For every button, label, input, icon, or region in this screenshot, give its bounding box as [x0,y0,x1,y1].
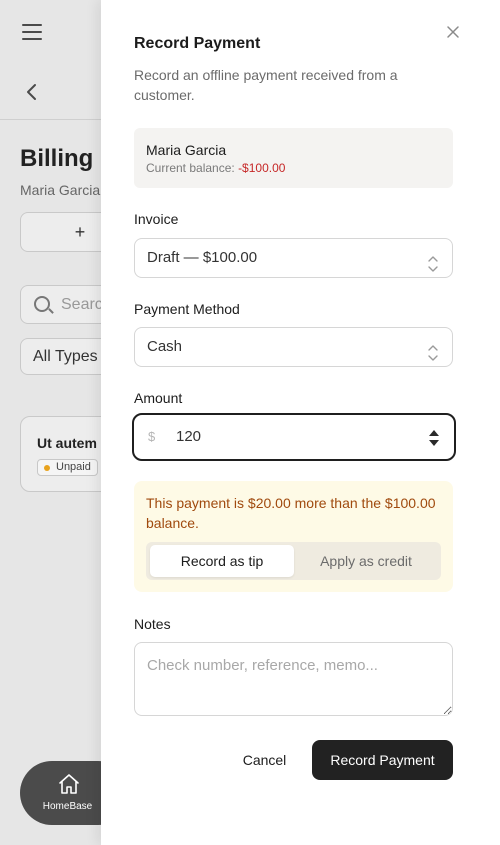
background-search-placeholder: Searc [61,296,103,313]
payment-method-select[interactable]: Cash [134,327,453,367]
apply-as-credit-option[interactable]: Apply as credit [294,545,438,577]
payment-method-label: Payment Method [134,301,240,317]
drawer-description: Record an offline payment received from … [134,67,398,103]
overpayment-warning: This payment is $20.00 more than the $10… [134,481,453,592]
record-payment-drawer: Record Payment Record an offline payment… [101,0,500,845]
number-stepper-icon[interactable] [428,428,440,448]
notes-field [134,642,453,716]
close-icon[interactable] [445,24,461,40]
invoice-select-value: Draft — $100.00 [147,249,258,266]
cancel-button[interactable]: Cancel [227,740,302,780]
overpayment-option-toggle: Record as tip Apply as credit [146,542,441,580]
search-icon [34,296,50,312]
invoice-label: Invoice [134,211,179,227]
home-icon [57,773,81,795]
record-payment-button[interactable]: Record Payment [312,740,453,780]
overpayment-warning-text: This payment is $20.00 more than the $10… [146,495,436,531]
balance-label: Current balance: [146,161,235,175]
notes-label: Notes [134,616,171,632]
customer-name: Maria Garcia [146,142,227,158]
background-header [0,0,110,120]
amount-value: 120 [176,428,202,445]
chevron-up-down-icon [427,250,439,272]
chevron-up-down-icon [427,339,439,361]
hamburger-menu-icon[interactable] [22,24,42,40]
payment-method-value: Cash [147,338,183,355]
customer-balance: Current balance: -$100.00 [146,161,285,175]
currency-symbol: $ [148,429,156,444]
customer-summary: Maria Garcia Current balance: -$100.00 [134,128,453,188]
status-badge: Unpaid [37,459,98,476]
record-as-tip-option[interactable]: Record as tip [150,545,294,577]
invoice-select[interactable]: Draft — $100.00 [134,238,453,278]
balance-value: -$100.00 [238,161,286,175]
background-page-subtitle: Maria Garcia [20,182,101,198]
notes-textarea[interactable] [135,643,452,715]
drawer-title: Record Payment [134,35,261,52]
background-card-title: Ut autem [37,435,97,451]
amount-label: Amount [134,390,183,406]
back-arrow-icon[interactable] [24,82,40,102]
amount-input[interactable]: $ 120 [132,413,456,461]
